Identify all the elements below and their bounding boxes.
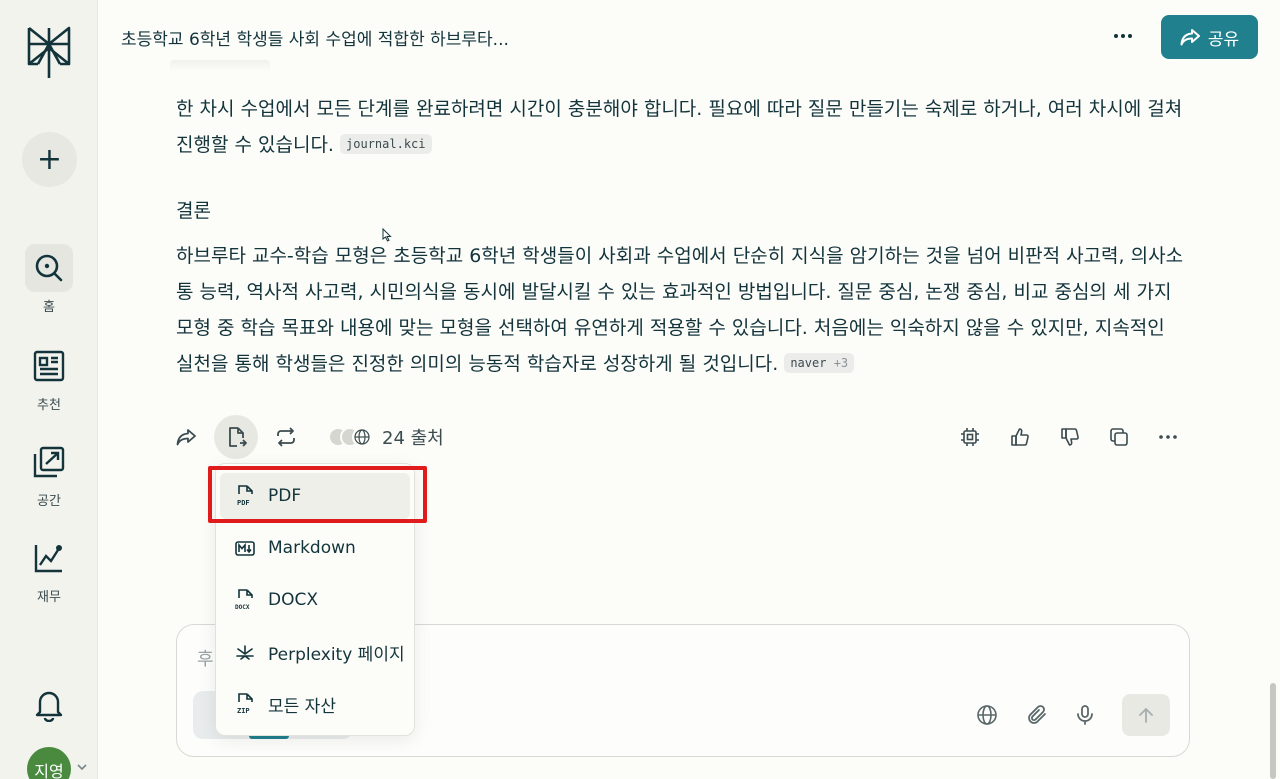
more-actions-button[interactable] — [1150, 419, 1186, 455]
answer-paragraph: 하브루타 교수-학습 모형은 초등학교 6학년 학생들이 사회과 수업에서 단순… — [176, 238, 1186, 382]
composer-placeholder: 후 — [197, 649, 214, 670]
newspaper-icon — [33, 350, 65, 382]
thread-title[interactable]: 초등학교 6학년 학생들 사회 수업에 적합한 하브루타... — [121, 25, 509, 50]
citation-chip[interactable]: journal.kci — [340, 133, 432, 154]
export-perplexity-page-option[interactable]: Perplexity 페이지 — [220, 629, 410, 675]
file-export-icon — [229, 427, 247, 447]
search-home-icon — [35, 254, 63, 282]
zip-file-icon: ZIP — [237, 693, 253, 715]
menu-item-label: Markdown — [268, 538, 356, 558]
export-markdown-option[interactable]: Markdown — [220, 525, 410, 571]
share-answer-button[interactable] — [168, 419, 204, 455]
share-arrow-icon — [1180, 29, 1200, 46]
avatar[interactable]: 지영 — [27, 747, 71, 779]
citation-chip[interactable]: naver +3 — [784, 352, 855, 373]
mouse-cursor-icon — [382, 228, 392, 242]
chevron-down-icon[interactable] — [76, 762, 88, 772]
sidebar: + 홈 추천 공간 재무 지영 — [0, 0, 98, 779]
citation-source: naver — [790, 355, 827, 370]
bell-icon[interactable] — [34, 688, 64, 722]
thumbs-down-button[interactable] — [1052, 419, 1088, 455]
microphone-icon[interactable] — [1073, 703, 1097, 727]
perplexity-page-icon — [236, 645, 254, 660]
sidebar-item-label: 홈 — [43, 300, 55, 315]
menu-item-label: DOCX — [268, 590, 318, 610]
new-thread-button[interactable]: + — [22, 132, 77, 187]
sidebar-item-discover[interactable]: 추천 — [0, 342, 98, 413]
scrollbar[interactable] — [1270, 683, 1276, 779]
arrow-up-icon — [1139, 707, 1153, 723]
sources-count: 24 출처 — [382, 428, 444, 449]
share-arrow-icon — [176, 429, 196, 446]
finance-chart-icon — [34, 545, 62, 573]
plus-icon: + — [36, 142, 63, 177]
model-info-button[interactable] — [952, 419, 988, 455]
sidebar-item-finance[interactable]: 재무 — [0, 534, 98, 605]
thumbs-down-icon — [1061, 428, 1079, 446]
thumbs-up-icon — [1011, 428, 1029, 446]
paragraph-text: 하브루타 교수-학습 모형은 초등학교 6학년 학생들이 사회과 수업에서 단순… — [176, 245, 1184, 375]
copy-icon — [1110, 428, 1128, 446]
submit-button[interactable] — [1122, 694, 1170, 736]
sidebar-item-label: 추천 — [37, 398, 61, 413]
svg-text:ZIP: ZIP — [237, 707, 250, 715]
sources-button[interactable]: 24 출처 — [328, 424, 444, 450]
docx-file-icon: DOCX — [235, 589, 253, 611]
export-all-assets-option[interactable]: ZIP 모든 자산 — [220, 681, 410, 727]
markdown-icon — [235, 541, 255, 556]
thumbs-up-button[interactable] — [1002, 419, 1038, 455]
perplexity-logo-icon[interactable] — [26, 24, 72, 80]
citation-source: journal.kci — [346, 136, 426, 151]
paragraph-text: 한 차시 수업에서 모든 단계를 완료하려면 시간이 충분해야 합니다. 필요에… — [176, 98, 1183, 156]
export-button[interactable] — [214, 415, 258, 459]
more-options-icon — [1159, 435, 1177, 439]
sidebar-item-home[interactable]: 홈 — [0, 244, 98, 315]
sidebar-item-label: 재무 — [37, 590, 61, 605]
more-options-icon[interactable] — [1111, 26, 1135, 46]
citation-extra-count: +3 — [833, 355, 849, 370]
globe-icon[interactable] — [975, 703, 999, 727]
menu-item-label: 모든 자산 — [268, 696, 336, 717]
answer-paragraph: 한 차시 수업에서 모든 단계를 완료하려면 시간이 충분해야 합니다. 필요에… — [176, 91, 1186, 163]
avatar-initials: 지영 — [34, 762, 64, 779]
spaces-icon — [33, 446, 65, 478]
copy-button[interactable] — [1101, 419, 1137, 455]
sidebar-item-label: 공간 — [37, 494, 61, 509]
share-button[interactable]: 공유 — [1161, 15, 1258, 59]
share-label: 공유 — [1207, 29, 1240, 50]
cpu-chip-icon — [961, 428, 979, 446]
svg-text:DOCX: DOCX — [235, 604, 250, 611]
paperclip-icon[interactable] — [1025, 703, 1049, 727]
source-favicons — [328, 427, 374, 447]
menu-item-label: Perplexity 페이지 — [268, 644, 405, 665]
section-heading: 결론 — [176, 200, 211, 222]
fade-divider — [170, 60, 270, 72]
globe-icon — [352, 427, 372, 447]
sidebar-item-spaces[interactable]: 공간 — [0, 438, 98, 509]
rewrite-button[interactable] — [268, 419, 304, 455]
highlight-annotation-box — [208, 466, 427, 523]
export-docx-option[interactable]: DOCX DOCX — [220, 577, 410, 623]
repeat-icon — [277, 427, 295, 447]
